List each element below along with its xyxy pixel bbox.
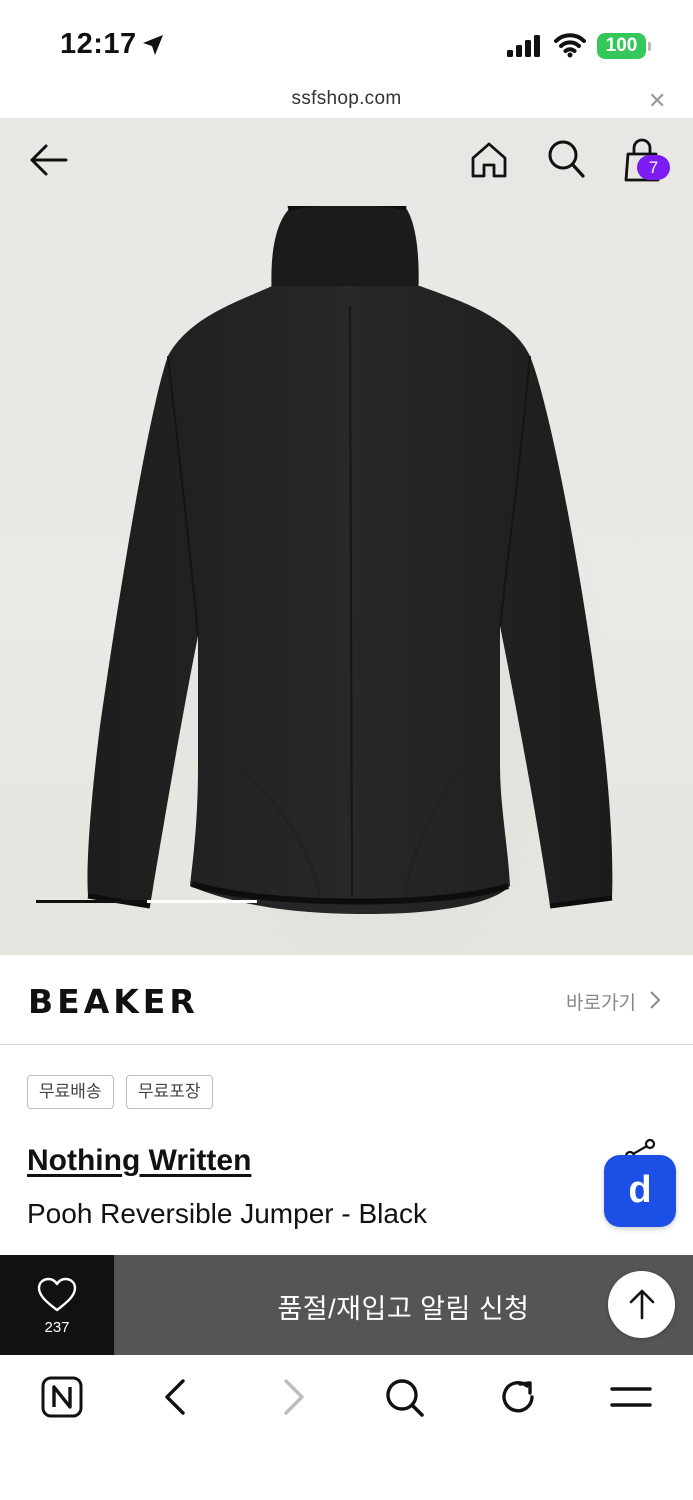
search-icon[interactable] bbox=[546, 138, 586, 180]
home-icon[interactable] bbox=[469, 140, 509, 180]
reload-icon[interactable] bbox=[496, 1375, 540, 1419]
product-info: 무료배송 무료포장 Nothing Written Pooh Reversibl… bbox=[0, 1046, 693, 1256]
back-icon[interactable] bbox=[155, 1375, 199, 1419]
restock-notify-button[interactable]: 품절/재입고 알림 신청 bbox=[114, 1287, 693, 1326]
like-count: 237 bbox=[44, 1319, 70, 1336]
close-icon[interactable]: ✕ bbox=[648, 88, 666, 114]
gallery-slider-progress bbox=[36, 900, 147, 903]
product-name: Pooh Reversible Jumper - Black bbox=[27, 1198, 427, 1229]
battery-cap bbox=[648, 42, 651, 51]
like-button[interactable]: 237 bbox=[0, 1255, 114, 1355]
tag-free-wrapping: 무료포장 bbox=[126, 1075, 213, 1109]
browser-toolbar bbox=[0, 1355, 693, 1500]
floating-d-button[interactable]: d bbox=[604, 1155, 676, 1227]
naver-n-icon[interactable] bbox=[40, 1375, 84, 1419]
brand-row[interactable]: BEAKER 바로가기 bbox=[0, 955, 693, 1045]
url-bar[interactable]: ssfshop.com ✕ bbox=[0, 82, 693, 118]
heart-icon bbox=[37, 1277, 77, 1312]
status-time: 12:17 bbox=[60, 28, 137, 60]
wifi-icon bbox=[554, 33, 586, 58]
cellular-signal-icon bbox=[507, 35, 540, 57]
product-image-gallery[interactable] bbox=[0, 118, 693, 955]
url-text[interactable]: ssfshop.com bbox=[0, 88, 693, 110]
tag-free-shipping: 무료배송 bbox=[27, 1075, 114, 1109]
arrow-up-icon bbox=[629, 1289, 655, 1320]
chevron-right-icon bbox=[650, 991, 661, 1009]
forward-icon[interactable] bbox=[270, 1375, 314, 1419]
product-brand-link[interactable]: Nothing Written bbox=[27, 1144, 251, 1178]
location-arrow-icon bbox=[143, 35, 163, 55]
floating-d-label: d bbox=[628, 1169, 652, 1211]
scroll-to-top-button[interactable] bbox=[608, 1271, 675, 1338]
battery-indicator: 100 bbox=[597, 33, 646, 59]
brand-logo[interactable]: BEAKER bbox=[28, 982, 199, 1021]
menu-icon[interactable] bbox=[609, 1375, 653, 1419]
brand-shortcut-link[interactable]: 바로가기 bbox=[566, 988, 636, 1015]
back-arrow-icon[interactable] bbox=[28, 140, 70, 180]
search-icon[interactable] bbox=[382, 1375, 426, 1419]
product-photo-jacket bbox=[87, 206, 613, 914]
status-bar: 12:17 100 bbox=[0, 0, 693, 82]
bottom-action-bar: 237 품절/재입고 알림 신청 bbox=[0, 1255, 693, 1355]
cart-count-badge: 7 bbox=[637, 155, 670, 180]
